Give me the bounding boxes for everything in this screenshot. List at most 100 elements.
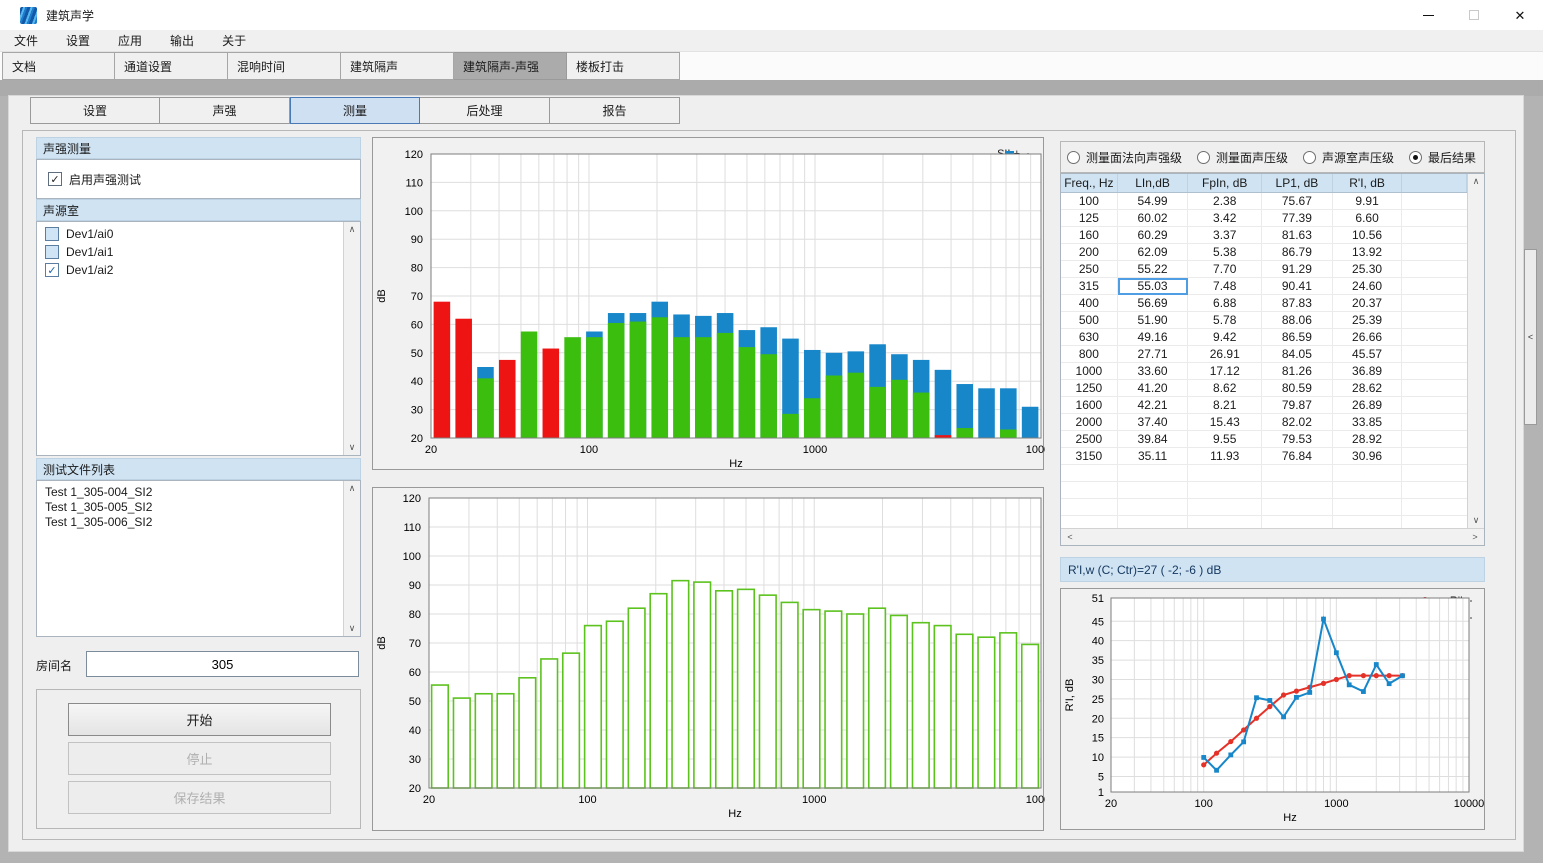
table-cell[interactable]: 800 <box>1061 346 1118 363</box>
table-cell[interactable] <box>1402 244 1467 261</box>
source-room-scrollbar[interactable]: ∧ ∨ <box>343 222 360 455</box>
room-name-input[interactable] <box>86 651 359 677</box>
table-cell[interactable]: 315 <box>1061 278 1118 295</box>
main-tab-5[interactable]: 楼板打击 <box>567 52 680 80</box>
table-cell[interactable] <box>1402 278 1467 295</box>
table-cell[interactable]: 3.37 <box>1188 227 1262 244</box>
table-cell[interactable]: 79.53 <box>1262 431 1333 448</box>
table-cell[interactable]: 24.60 <box>1333 278 1403 295</box>
table-vertical-scrollbar[interactable]: ∧ ∨ <box>1467 174 1484 528</box>
start-button[interactable]: 开始 <box>68 703 331 736</box>
table-cell[interactable] <box>1061 465 1118 482</box>
table-cell[interactable]: 26.89 <box>1333 397 1403 414</box>
table-cell[interactable] <box>1402 261 1467 278</box>
scroll-left-icon[interactable]: < <box>1064 530 1076 545</box>
table-cell[interactable] <box>1402 193 1467 210</box>
table-cell[interactable]: 7.70 <box>1188 261 1262 278</box>
table-cell[interactable] <box>1402 465 1467 482</box>
table-cell[interactable]: 60.29 <box>1118 227 1189 244</box>
table-cell[interactable] <box>1061 499 1118 516</box>
table-cell[interactable]: 76.84 <box>1262 448 1333 465</box>
enable-intensity-checkbox[interactable]: ✓ 启用声强测试 <box>37 169 144 190</box>
channel-item-2[interactable]: ✓Dev1/ai2 <box>39 261 358 279</box>
menu-item-3[interactable]: 输出 <box>156 30 208 52</box>
table-cell[interactable]: 28.62 <box>1333 380 1403 397</box>
table-cell[interactable]: 20.37 <box>1333 295 1403 312</box>
scroll-up-icon[interactable]: ∧ <box>344 222 360 237</box>
table-cell[interactable] <box>1333 516 1403 528</box>
channel-item-0[interactable]: Dev1/ai0 <box>39 225 358 243</box>
table-cell[interactable]: 9.91 <box>1333 193 1403 210</box>
main-tab-4[interactable]: 建筑隔声-声强 <box>454 52 567 80</box>
table-cell[interactable] <box>1402 516 1467 528</box>
table-cell[interactable]: 42.21 <box>1118 397 1189 414</box>
table-cell[interactable]: 81.63 <box>1262 227 1333 244</box>
table-cell[interactable] <box>1262 465 1333 482</box>
sub-tab-3[interactable]: 后处理 <box>420 97 550 124</box>
main-tab-2[interactable]: 混响时间 <box>228 52 341 80</box>
table-cell[interactable]: 26.91 <box>1188 346 1262 363</box>
table-cell[interactable]: 9.55 <box>1188 431 1262 448</box>
table-cell[interactable]: 90.41 <box>1262 278 1333 295</box>
table-cell[interactable]: 75.67 <box>1262 193 1333 210</box>
table-cell[interactable]: 100 <box>1061 193 1118 210</box>
table-cell[interactable]: 79.87 <box>1262 397 1333 414</box>
table-cell[interactable] <box>1118 482 1189 499</box>
scroll-up-icon[interactable]: ∧ <box>1468 174 1484 189</box>
table-cell[interactable] <box>1402 448 1467 465</box>
table-cell[interactable]: 80.59 <box>1262 380 1333 397</box>
sub-tab-0[interactable]: 设置 <box>30 97 160 124</box>
table-cell[interactable]: 630 <box>1061 329 1118 346</box>
table-cell[interactable]: 87.83 <box>1262 295 1333 312</box>
table-cell[interactable]: 77.39 <box>1262 210 1333 227</box>
scroll-down-icon[interactable]: ∨ <box>344 621 360 636</box>
table-cell[interactable] <box>1188 465 1262 482</box>
table-cell[interactable]: 36.89 <box>1333 363 1403 380</box>
menu-item-0[interactable]: 文件 <box>0 30 52 52</box>
table-cell[interactable]: 84.05 <box>1262 346 1333 363</box>
menu-item-4[interactable]: 关于 <box>208 30 260 52</box>
table-cell[interactable]: 86.79 <box>1262 244 1333 261</box>
table-cell[interactable]: 37.40 <box>1118 414 1189 431</box>
table-cell[interactable]: 49.16 <box>1118 329 1189 346</box>
sub-tab-4[interactable]: 报告 <box>550 97 680 124</box>
table-cell[interactable] <box>1402 329 1467 346</box>
test-file-item-2[interactable]: Test 1_305-006_SI2 <box>45 515 358 530</box>
table-cell[interactable]: 160 <box>1061 227 1118 244</box>
table-cell[interactable]: 6.88 <box>1188 295 1262 312</box>
table-cell[interactable]: 33.60 <box>1118 363 1189 380</box>
table-cell[interactable]: 88.06 <box>1262 312 1333 329</box>
table-cell[interactable] <box>1402 295 1467 312</box>
table-cell[interactable] <box>1402 414 1467 431</box>
table-cell[interactable]: 10.56 <box>1333 227 1403 244</box>
table-cell[interactable]: 91.29 <box>1262 261 1333 278</box>
panel-collapse-handle[interactable]: < <box>1524 249 1537 425</box>
table-cell[interactable] <box>1333 465 1403 482</box>
table-cell[interactable]: 41.20 <box>1118 380 1189 397</box>
sub-tab-2[interactable]: 测量 <box>290 97 420 124</box>
main-tab-1[interactable]: 通道设置 <box>115 52 228 80</box>
table-cell[interactable]: 2500 <box>1061 431 1118 448</box>
table-cell[interactable] <box>1402 363 1467 380</box>
result-radio-3[interactable]: 最后结果 <box>1409 149 1476 166</box>
table-cell[interactable]: 200 <box>1061 244 1118 261</box>
table-cell[interactable]: 27.71 <box>1118 346 1189 363</box>
table-cell[interactable] <box>1118 465 1189 482</box>
table-cell[interactable]: 81.26 <box>1262 363 1333 380</box>
table-cell[interactable] <box>1402 227 1467 244</box>
table-cell[interactable]: 1600 <box>1061 397 1118 414</box>
table-cell[interactable]: 8.21 <box>1188 397 1262 414</box>
table-cell[interactable] <box>1262 482 1333 499</box>
table-cell[interactable] <box>1061 516 1118 528</box>
table-cell[interactable]: 86.59 <box>1262 329 1333 346</box>
table-cell[interactable]: 13.92 <box>1333 244 1403 261</box>
table-cell[interactable]: 250 <box>1061 261 1118 278</box>
save-result-button[interactable]: 保存结果 <box>68 781 331 814</box>
table-cell[interactable]: 1000 <box>1061 363 1118 380</box>
test-file-item-1[interactable]: Test 1_305-005_SI2 <box>45 500 358 515</box>
stop-button[interactable]: 停止 <box>68 742 331 775</box>
scroll-up-icon[interactable]: ∧ <box>344 481 360 496</box>
table-cell[interactable] <box>1402 210 1467 227</box>
table-cell[interactable] <box>1402 380 1467 397</box>
result-radio-0[interactable]: 测量面法向声强级 <box>1067 149 1182 166</box>
